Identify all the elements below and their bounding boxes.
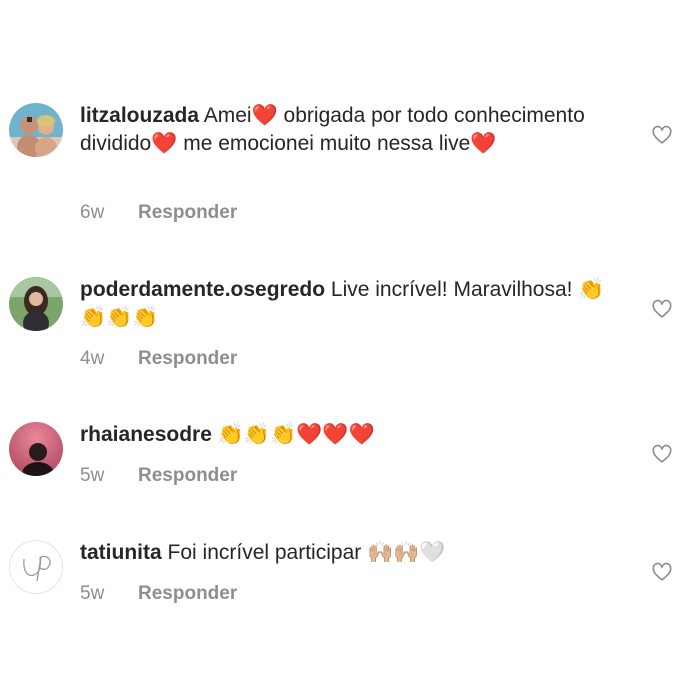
avatar[interactable] [9,422,63,476]
comment-text: 👏👏👏❤️❤️❤️ [217,423,375,446]
profile-photo-icon [9,103,63,157]
heart-outline-icon[interactable] [651,443,673,465]
reply-button[interactable]: Responder [138,465,237,486]
avatar[interactable] [9,277,63,331]
comment-body: rhaianesodre 👏👏👏❤️❤️❤️ [80,421,620,449]
heart-outline-icon[interactable] [651,298,673,320]
avatar[interactable] [9,540,63,594]
comment-time: 6w [80,202,105,223]
comment-body: tatiunita Foi incrível participar 🙌🏼🙌🏼🤍 [80,539,620,567]
comment-meta: 5w Responder [80,465,237,487]
comment-time: 5w [80,465,105,486]
comment-username[interactable]: rhaianesodre [80,423,212,446]
reply-button[interactable]: Responder [138,583,237,604]
reply-button[interactable]: Responder [138,348,237,369]
reply-button[interactable]: Responder [138,202,237,223]
comment-username[interactable]: litzalouzada [80,104,199,127]
heart-outline-icon[interactable] [651,124,673,146]
heart-outline-icon[interactable] [651,561,673,583]
avatar[interactable] [9,103,63,157]
comment-username[interactable]: poderdamente.osegredo [80,278,325,301]
comment-time: 5w [80,583,105,604]
comment-time: 4w [80,348,105,369]
profile-photo-icon [9,422,63,476]
logo-up-icon [10,541,62,593]
profile-photo-icon [9,277,63,331]
comment-body: poderdamente.osegredo Live incrível! Mar… [80,276,620,332]
comment-meta: 4w Responder [80,348,237,370]
comment-meta: 6w Responder [80,202,237,224]
comment-body: litzalouzada Amei❤️ obrigada por todo co… [80,102,620,158]
comment-text: Foi incrível participar 🙌🏼🙌🏼🤍 [167,541,446,564]
comment-meta: 5w Responder [80,583,237,605]
comment-username[interactable]: tatiunita [80,541,162,564]
